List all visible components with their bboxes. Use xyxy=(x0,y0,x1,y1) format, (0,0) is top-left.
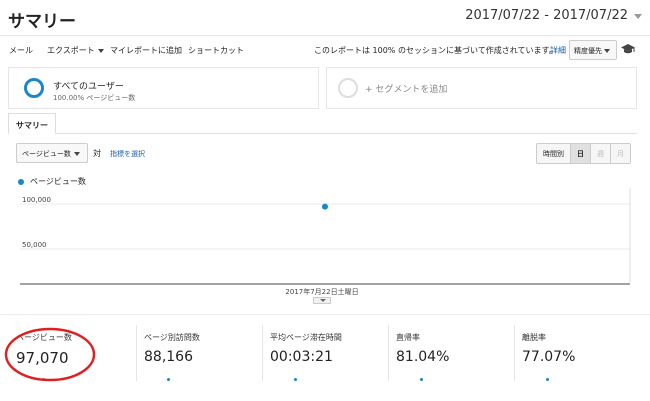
metric-value: 00:03:21 xyxy=(270,349,333,365)
metric-card-unique-pageviews[interactable]: ページ別訪問数 88,166 xyxy=(136,325,262,385)
shortcut-button[interactable]: ショートカット xyxy=(188,45,244,56)
x-tick-label: 2017年7月22日土曜日 xyxy=(285,287,358,296)
page-title: サマリー xyxy=(8,12,76,32)
granularity-toggle: 時間別 日 週 月 xyxy=(536,143,631,164)
chevron-down-icon xyxy=(320,299,326,302)
metric-value: 81.04% xyxy=(396,349,450,365)
report-toolbar: メール エクスポート マイレポートに追加 ショートカット このレポートは 100… xyxy=(0,37,650,63)
chevron-down-icon xyxy=(97,48,104,53)
tab-summary[interactable]: サマリー xyxy=(8,113,56,134)
details-link[interactable]: 詳細 xyxy=(550,45,566,56)
accuracy-dropdown[interactable]: 精度優先 xyxy=(569,40,617,60)
granularity-month-button[interactable]: 月 xyxy=(610,144,630,163)
metric-selector[interactable]: ページビュー数 xyxy=(16,143,88,163)
tab-divider xyxy=(8,133,637,134)
metric-divider xyxy=(388,325,389,381)
date-range-picker[interactable]: 2017/07/22 - 2017/07/22 xyxy=(465,8,628,23)
metric-card-exit-rate[interactable]: 離脱率 77.07% xyxy=(514,325,640,385)
chevron-down-icon xyxy=(73,152,80,156)
export-button[interactable]: エクスポート xyxy=(47,45,104,56)
metric-label: 平均ページ滞在時間 xyxy=(270,333,342,342)
legend-label: ページビュー数 xyxy=(30,177,86,186)
metric-divider xyxy=(514,325,515,381)
y-tick-label: 100,000 xyxy=(22,196,51,204)
report-header: サマリー 2017/07/22 - 2017/07/22 xyxy=(0,0,650,36)
metric-label: ページ別訪問数 xyxy=(144,333,200,342)
pageviews-chart: 100,000 50,000 2017年7月22日土曜日 xyxy=(20,188,631,296)
sparkline-dot xyxy=(546,378,549,381)
chevron-down-icon[interactable] xyxy=(634,14,642,19)
granularity-day-button[interactable]: 日 xyxy=(570,144,590,163)
y-tick-label: 50,000 xyxy=(22,241,47,249)
metric-value: 77.07% xyxy=(522,349,576,365)
graduation-cap-icon[interactable] xyxy=(621,43,635,55)
metric-label: 直帰率 xyxy=(396,333,420,342)
sparkline-dot xyxy=(167,378,170,381)
metric-divider xyxy=(262,325,263,381)
sparkline-dot xyxy=(420,378,423,381)
segment-title: すべてのユーザー xyxy=(53,82,124,92)
add-segment-button[interactable]: + セグメントを追加 xyxy=(326,67,637,109)
add-segment-label: + セグメントを追加 xyxy=(365,85,448,95)
metric-value: 88,166 xyxy=(144,349,193,365)
chevron-down-icon xyxy=(604,49,610,53)
segment-all-users[interactable]: すべてのユーザー 100.00% ページビュー数 xyxy=(8,67,319,109)
legend-dot xyxy=(18,179,24,185)
highlight-annotation xyxy=(4,327,96,382)
email-button[interactable]: メール xyxy=(9,45,33,56)
sparkline-dot xyxy=(294,378,297,381)
summary-metrics: ページビュー数 97,070 ページ別訪問数 88,166 平均ページ滞在時間 … xyxy=(0,314,650,401)
metric-card-bounce-rate[interactable]: 直帰率 81.04% xyxy=(388,325,514,385)
granularity-week-button[interactable]: 週 xyxy=(590,144,610,163)
empty-ring-icon xyxy=(338,78,358,98)
select-metric-link[interactable]: 指標を選択 xyxy=(110,149,145,159)
segment-ring-icon xyxy=(24,78,44,98)
segment-subtitle: 100.00% ページビュー数 xyxy=(53,94,136,102)
chart-data-point[interactable] xyxy=(322,203,328,210)
add-to-dashboard-button[interactable]: マイレポートに追加 xyxy=(110,45,182,56)
sampling-note: このレポートは 100% のセッションに基づいて作成されています。 xyxy=(314,46,557,55)
chart-collapse-toggle[interactable] xyxy=(313,297,331,304)
metric-label: 離脱率 xyxy=(522,333,546,342)
granularity-hourly-button[interactable]: 時間別 xyxy=(537,144,570,163)
metric-card-avg-time-on-page[interactable]: 平均ページ滞在時間 00:03:21 xyxy=(262,325,388,385)
vs-label: 対 xyxy=(93,149,101,158)
metric-divider xyxy=(136,325,137,381)
